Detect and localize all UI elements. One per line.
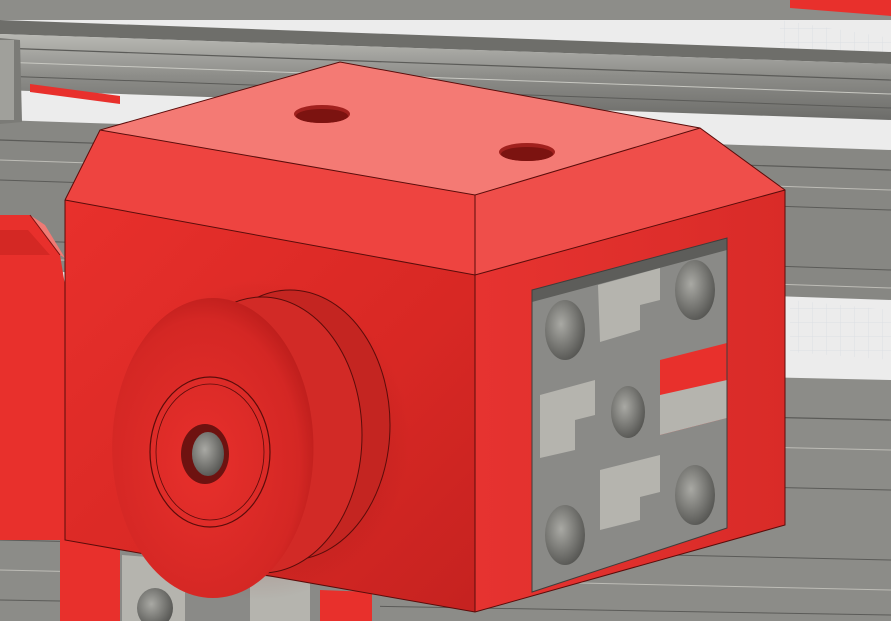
top-screw-hole-2[interactable] [499,143,555,161]
profile-hole-top-left [545,300,585,360]
cad-viewport[interactable] [0,0,891,621]
profile-hole-top-right [675,260,715,320]
idler-pulley[interactable] [110,280,410,600]
3d-model-scene[interactable] [0,0,891,621]
profile-hole-center [611,386,645,438]
profile-hole-bottom-right [675,465,715,525]
side-bracket-left[interactable] [0,214,65,540]
profile-hole-bottom-left [545,505,585,565]
top-screw-hole-1[interactable] [294,105,350,123]
top-left-extrusion[interactable] [0,38,22,124]
